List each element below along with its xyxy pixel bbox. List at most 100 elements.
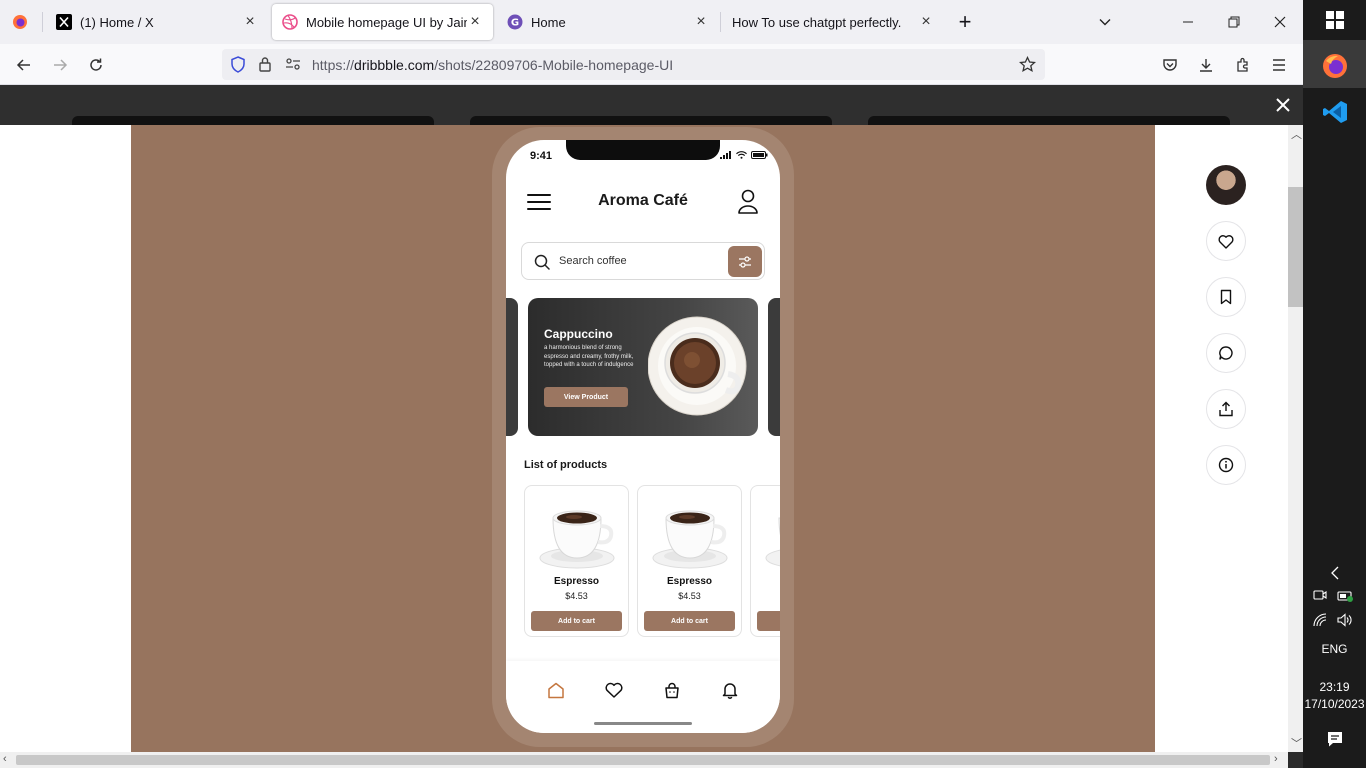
- section-title: List of products: [524, 459, 608, 471]
- restore-icon: [1228, 16, 1240, 28]
- list-tabs-button[interactable]: [1091, 8, 1119, 36]
- phone-screen: 9:41 Aroma Café Search coffee Cappuccino…: [506, 140, 780, 733]
- menu-button[interactable]: [1266, 52, 1292, 78]
- pocket-button[interactable]: [1157, 52, 1183, 78]
- add-to-cart-button[interactable]: [757, 611, 780, 631]
- tab-grammarly-home[interactable]: G Home ×: [497, 4, 719, 40]
- input-language[interactable]: ENG: [1303, 642, 1366, 656]
- view-product-button[interactable]: View Product: [544, 387, 628, 407]
- chevron-left-icon: [1331, 566, 1339, 580]
- nav-cart[interactable]: [662, 680, 682, 700]
- details-button[interactable]: [1206, 445, 1246, 485]
- home-indicator: [594, 722, 692, 725]
- carousel-prev-card[interactable]: [506, 298, 518, 436]
- nav-home[interactable]: [546, 680, 566, 700]
- product-card[interactable]: Espresso $4.53 Add to cart: [524, 485, 629, 637]
- cappuccino-cup-image: [648, 316, 747, 416]
- product-card[interactable]: [750, 485, 780, 637]
- star-bookmark-icon[interactable]: [1019, 56, 1036, 73]
- add-to-cart-button[interactable]: Add to cart: [531, 611, 622, 631]
- reload-button[interactable]: [83, 52, 109, 78]
- carousel-next-card[interactable]: [768, 298, 780, 436]
- battery-icon: [751, 151, 768, 159]
- volume-icon[interactable]: [1337, 613, 1353, 632]
- product-name: Espresso: [553, 576, 600, 587]
- tab-chatgpt-article[interactable]: How To use chatgpt perfectly. ×: [722, 4, 944, 40]
- user-profile-icon[interactable]: [737, 189, 759, 215]
- clock-time[interactable]: 23:19: [1303, 680, 1366, 694]
- comment-icon: [1219, 346, 1233, 360]
- vertical-scrollbar[interactable]: ︿ ﹀: [1288, 125, 1303, 752]
- close-tab-icon[interactable]: ×: [693, 14, 709, 30]
- scrollbar-thumb[interactable]: [16, 755, 1270, 765]
- close-tab-icon[interactable]: ×: [918, 14, 934, 30]
- taskbar-firefox[interactable]: [1320, 51, 1350, 81]
- start-button[interactable]: [1320, 5, 1350, 35]
- featured-banner[interactable]: Cappuccino a harmonious blend of strong …: [528, 298, 758, 436]
- info-icon: [1218, 457, 1234, 473]
- related-shot-thumbnail[interactable]: [72, 116, 434, 125]
- extensions-button[interactable]: [1230, 52, 1256, 78]
- restore-button[interactable]: [1220, 8, 1248, 36]
- tab-dribbble-shot[interactable]: Mobile homepage UI by Jaime ×: [272, 4, 493, 40]
- close-tab-icon[interactable]: ×: [467, 14, 483, 30]
- espresso-cup-image: [539, 510, 615, 569]
- comment-button[interactable]: [1206, 333, 1246, 373]
- horizontal-scrollbar[interactable]: ‹ ›: [0, 752, 1288, 768]
- clock-date[interactable]: 17/10/2023: [1303, 697, 1366, 711]
- notification-center-button[interactable]: [1320, 724, 1350, 754]
- minimize-button[interactable]: [1174, 8, 1202, 36]
- search-input[interactable]: Search coffee: [559, 255, 627, 267]
- vscode-icon: [1323, 101, 1347, 123]
- search-bar[interactable]: Search coffee: [521, 242, 765, 280]
- meet-now-icon[interactable]: [1313, 588, 1327, 607]
- bookmark-icon: [1220, 289, 1232, 305]
- minimize-icon: [1183, 21, 1193, 23]
- url-text[interactable]: https://dribbble.com/shots/22809706-Mobi…: [312, 57, 673, 73]
- new-tab-button[interactable]: +: [951, 8, 979, 36]
- permissions-icon[interactable]: [285, 57, 301, 71]
- back-button[interactable]: [11, 52, 37, 78]
- nav-notifications[interactable]: [720, 680, 740, 700]
- show-hidden-icons[interactable]: [1320, 558, 1350, 588]
- espresso-cup-image: [765, 517, 780, 567]
- nav-favorites[interactable]: [604, 680, 624, 700]
- related-shot-thumbnail[interactable]: [470, 116, 832, 125]
- network-icon[interactable]: [1313, 613, 1329, 632]
- heart-icon: [605, 682, 623, 698]
- status-time: 9:41: [530, 150, 553, 162]
- tab-x-home[interactable]: (1) Home / X ×: [46, 4, 268, 40]
- add-to-cart-button[interactable]: Add to cart: [644, 611, 735, 631]
- product-name: Espresso: [666, 576, 713, 587]
- related-shot-thumbnail[interactable]: [868, 116, 1230, 125]
- wifi-icon: [736, 151, 747, 159]
- windows-logo-icon: [1326, 11, 1344, 29]
- like-button[interactable]: [1206, 221, 1246, 261]
- share-button[interactable]: [1206, 389, 1246, 429]
- product-card[interactable]: Espresso $4.53 Add to cart: [637, 485, 742, 637]
- back-arrow-icon: [16, 59, 30, 71]
- firefox-icon: [13, 15, 27, 29]
- close-icon: [1276, 98, 1290, 112]
- phone-notch: [566, 140, 720, 160]
- filter-button[interactable]: [728, 246, 762, 277]
- close-tab-icon[interactable]: ×: [242, 14, 258, 30]
- close-window-button[interactable]: [1266, 8, 1294, 36]
- designer-avatar[interactable]: [1206, 165, 1246, 205]
- taskbar-vscode[interactable]: [1320, 97, 1350, 127]
- close-modal-button[interactable]: [1272, 94, 1294, 116]
- banner-title: Cappuccino: [544, 327, 613, 341]
- tab-firefox-view[interactable]: [2, 4, 40, 40]
- lock-icon[interactable]: [258, 56, 272, 72]
- banner-description: a harmonious blend of strong espresso an…: [544, 345, 634, 369]
- save-button[interactable]: [1206, 277, 1246, 317]
- address-bar[interactable]: https://dribbble.com/shots/22809706-Mobi…: [222, 49, 1045, 80]
- battery-charging-icon[interactable]: [1337, 589, 1355, 607]
- scrollbar-thumb[interactable]: [1288, 187, 1303, 307]
- hamburger-menu-icon: [1273, 59, 1285, 71]
- downloads-button[interactable]: [1193, 52, 1219, 78]
- filter-sliders-icon: [739, 255, 751, 268]
- shield-icon[interactable]: [230, 56, 246, 73]
- forward-button[interactable]: [47, 52, 73, 78]
- product-price: $4.53: [678, 591, 701, 601]
